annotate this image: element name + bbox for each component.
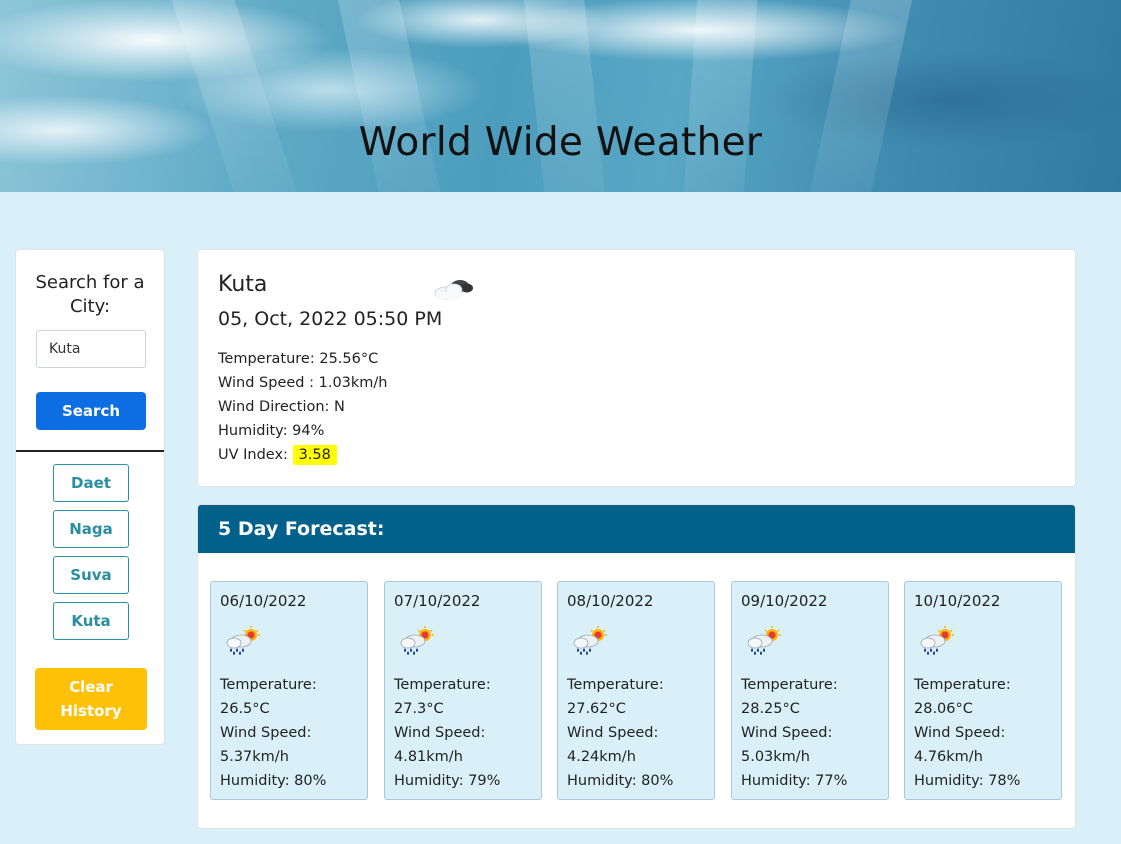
- search-heading: Search for a City:: [35, 272, 145, 317]
- current-weather-card: Kuta 05, Oct, 2022 05:50 PM Temperature:…: [197, 249, 1076, 487]
- search-button[interactable]: Search: [36, 392, 146, 430]
- rain-sun-icon: [570, 626, 610, 660]
- cloudy-icon: [430, 276, 474, 306]
- forecast-card: 10/10/2022 Temperature: 28.06°C Wind Spe…: [904, 581, 1062, 800]
- rain-sun-icon: [744, 626, 784, 660]
- forecast-wind-label: Wind Speed:: [914, 725, 1006, 741]
- uv-index-row: UV Index: 3.58: [218, 443, 388, 467]
- current-temperature: Temperature: 25.56°C: [218, 351, 379, 367]
- uv-index-badge: 3.58: [292, 445, 337, 465]
- rain-sun-icon: [397, 626, 437, 660]
- forecast-humidity: Humidity: 77%: [741, 773, 848, 789]
- forecast-wind-label: Wind Speed:: [394, 725, 486, 741]
- history-button[interactable]: Naga: [53, 510, 129, 548]
- city-search-input[interactable]: [36, 330, 146, 368]
- forecast-wind: 4.24km/h: [567, 749, 636, 765]
- forecast-temp-label: Temperature:: [394, 677, 491, 693]
- forecast-temp-label: Temperature:: [567, 677, 664, 693]
- current-date: 05, Oct, 2022 05:50 PM: [218, 308, 443, 330]
- current-wind-speed: Wind Speed : 1.03km/h: [218, 375, 388, 391]
- forecast-card: 06/10/2022 Temperature: 26.5°C Wind Spee…: [210, 581, 368, 800]
- history-button[interactable]: Suva: [53, 556, 129, 594]
- forecast-wind: 4.81km/h: [394, 749, 463, 765]
- city-name: Kuta: [218, 272, 268, 297]
- clear-history-button[interactable]: Clear History: [35, 668, 147, 730]
- forecast-temp: 27.3°C: [394, 701, 444, 717]
- current-humidity: Humidity: 94%: [218, 423, 325, 439]
- forecast-humidity: Humidity: 80%: [567, 773, 674, 789]
- forecast-wind: 5.37km/h: [220, 749, 289, 765]
- uv-index-label: UV Index:: [218, 447, 288, 463]
- forecast-temp: 28.06°C: [914, 701, 973, 717]
- rain-sun-icon: [917, 626, 957, 660]
- forecast-wind: 5.03km/h: [741, 749, 810, 765]
- forecast-wind-label: Wind Speed:: [220, 725, 312, 741]
- forecast-temp: 28.25°C: [741, 701, 800, 717]
- forecast-date: 09/10/2022: [741, 592, 828, 610]
- forecast-temp-label: Temperature:: [914, 677, 1011, 693]
- header-banner: World Wide Weather: [0, 0, 1121, 192]
- history-button[interactable]: Daet: [53, 464, 129, 502]
- forecast-humidity: Humidity: 78%: [914, 773, 1021, 789]
- forecast-temp: 27.62°C: [567, 701, 626, 717]
- forecast-date: 08/10/2022: [567, 592, 654, 610]
- search-history-list: Daet Naga Suva Kuta: [53, 464, 129, 648]
- forecast-wind-label: Wind Speed:: [741, 725, 833, 741]
- forecast-date: 06/10/2022: [220, 592, 307, 610]
- forecast-card: 09/10/2022 Temperature: 28.25°C Wind Spe…: [731, 581, 889, 800]
- forecast-date: 10/10/2022: [914, 592, 1001, 610]
- forecast-title: 5 Day Forecast:: [198, 505, 1075, 553]
- search-sidebar: Search for a City: Search Daet Naga Suva…: [15, 249, 165, 745]
- current-stats: Temperature: 25.56°C Wind Speed : 1.03km…: [218, 347, 388, 467]
- forecast-card: 08/10/2022 Temperature: 27.62°C Wind Spe…: [557, 581, 715, 800]
- sidebar-divider: [16, 450, 164, 452]
- forecast-temp: 26.5°C: [220, 701, 270, 717]
- forecast-card: 07/10/2022 Temperature: 27.3°C Wind Spee…: [384, 581, 542, 800]
- forecast-temp-label: Temperature:: [741, 677, 838, 693]
- current-wind-direction: Wind Direction: N: [218, 399, 345, 415]
- rain-sun-icon: [223, 626, 263, 660]
- forecast-date: 07/10/2022: [394, 592, 481, 610]
- forecast-wind: 4.76km/h: [914, 749, 983, 765]
- history-button[interactable]: Kuta: [53, 602, 129, 640]
- forecast-humidity: Humidity: 80%: [220, 773, 327, 789]
- forecast-panel: 5 Day Forecast: 06/10/2022 Temperature: …: [197, 504, 1076, 829]
- forecast-temp-label: Temperature:: [220, 677, 317, 693]
- page-title: World Wide Weather: [358, 120, 763, 165]
- forecast-wind-label: Wind Speed:: [567, 725, 659, 741]
- forecast-humidity: Humidity: 79%: [394, 773, 501, 789]
